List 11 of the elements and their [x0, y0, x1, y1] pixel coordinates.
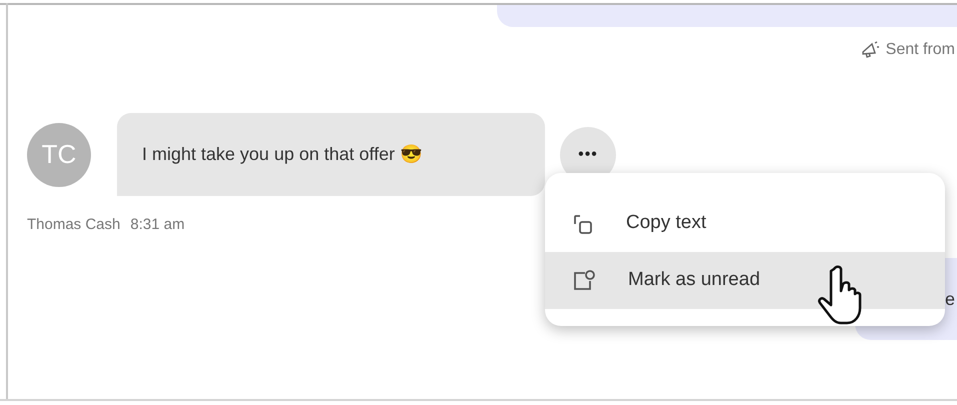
- menu-item[interactable]: Copy text: [545, 195, 945, 252]
- menu-item[interactable]: Mark as unread: [545, 252, 945, 309]
- sent-via-label: Sent from: [886, 40, 955, 60]
- copy-icon: [572, 212, 594, 234]
- message-bubble: I might take you up on that offer 😎: [117, 113, 545, 196]
- avatar: TC: [27, 122, 91, 186]
- message-text: e: [944, 288, 955, 310]
- message-time: 8:31 am: [130, 215, 185, 235]
- sender-name: Thomas Cash: [27, 215, 120, 235]
- megaphone-icon: [860, 40, 880, 60]
- unread-icon: [572, 268, 596, 292]
